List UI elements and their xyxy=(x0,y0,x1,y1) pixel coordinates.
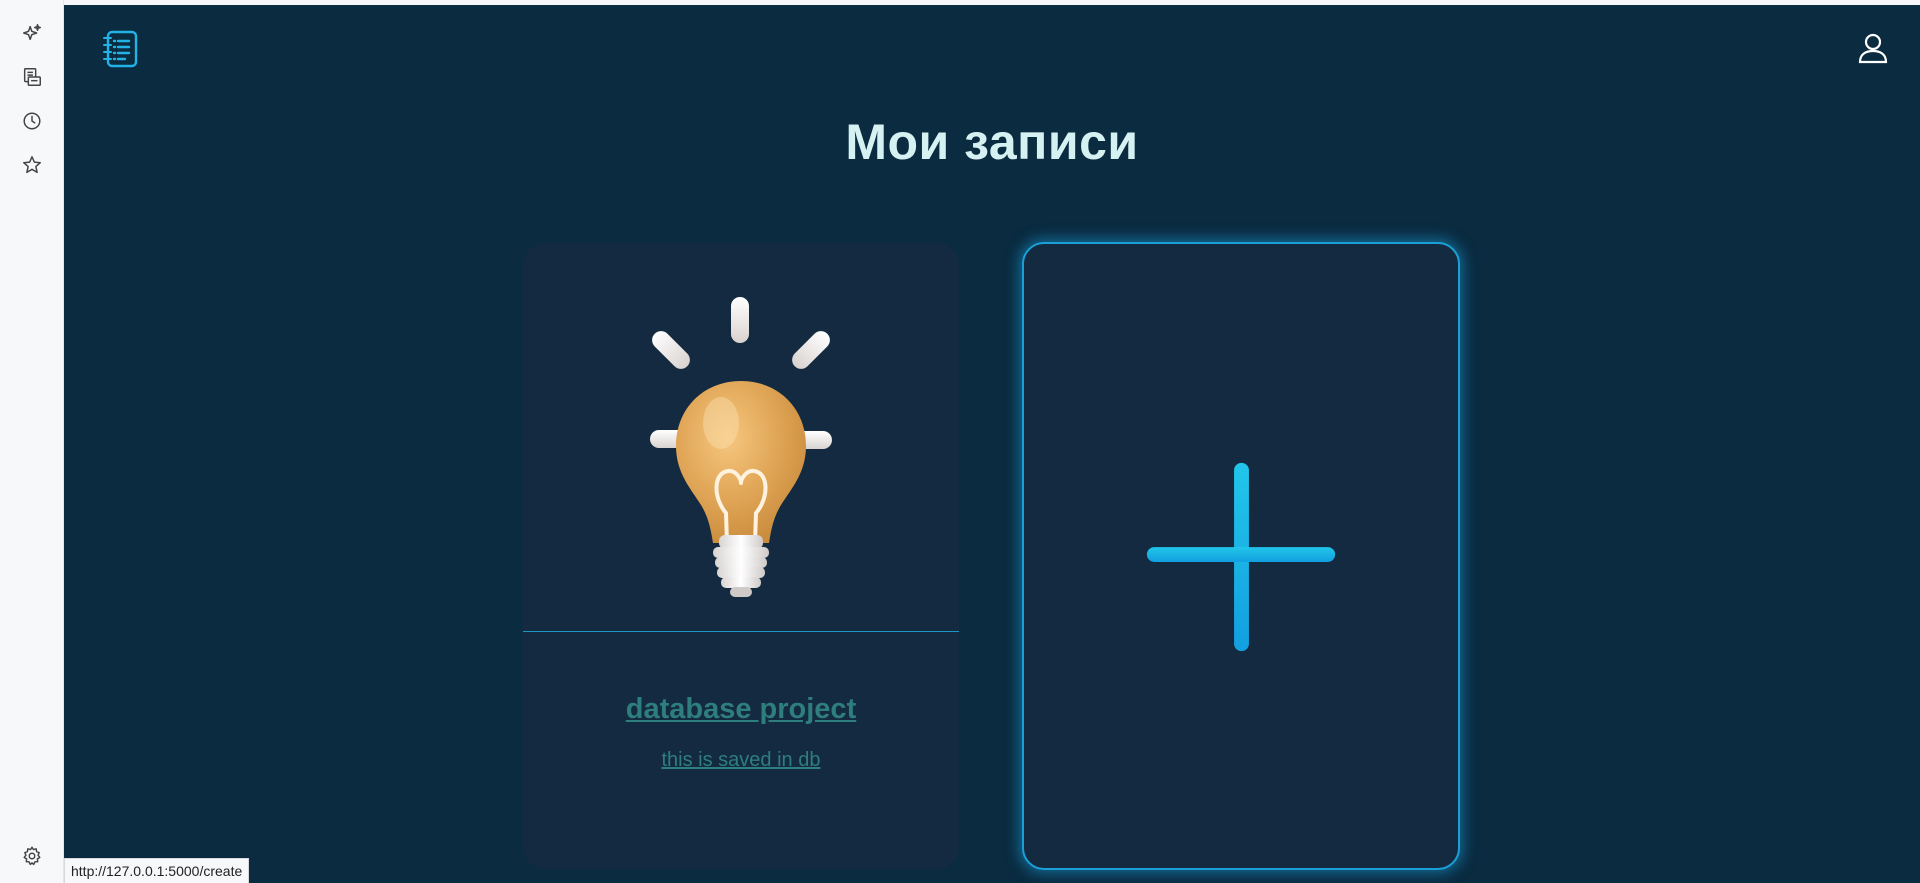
note-description-link[interactable]: this is saved in db xyxy=(523,749,959,772)
notebook-logo-icon[interactable] xyxy=(100,29,140,69)
card-divider xyxy=(523,631,959,632)
history-icon[interactable] xyxy=(19,108,45,134)
browser-sidebar xyxy=(0,0,64,883)
add-note-card[interactable] xyxy=(1022,242,1460,870)
user-profile-icon[interactable] xyxy=(1856,31,1890,65)
settings-icon[interactable] xyxy=(19,843,45,869)
sparkle-icon[interactable] xyxy=(19,20,45,46)
page-viewport: Мои записи database project this is save… xyxy=(64,5,1920,883)
status-bar-url: http://127.0.0.1:5000/create xyxy=(64,858,250,883)
lightbulb-illustration xyxy=(523,243,959,631)
favorites-icon[interactable] xyxy=(19,152,45,178)
plus-icon xyxy=(1146,462,1336,652)
pages-icon[interactable] xyxy=(19,64,45,90)
note-card[interactable]: database project this is saved in db xyxy=(523,243,959,869)
page-title: Мои записи xyxy=(845,114,1139,170)
note-title-link[interactable]: database project xyxy=(523,693,959,726)
